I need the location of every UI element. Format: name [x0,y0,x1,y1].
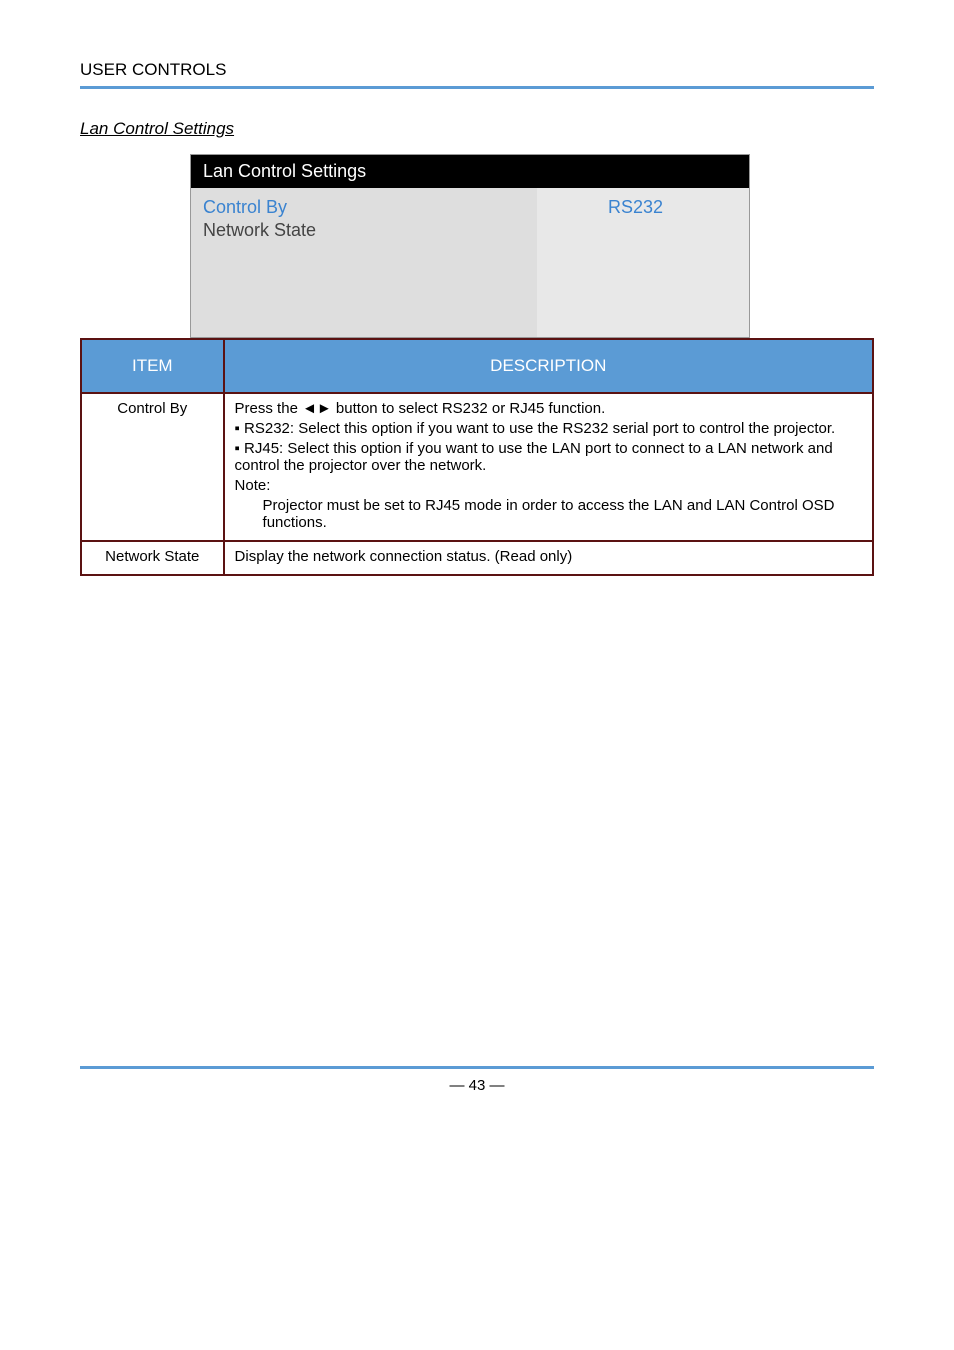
header-category: USER CONTROLS [80,60,874,80]
footer-divider [80,1066,874,1069]
table-cell-description: Display the network connection status. (… [224,541,873,575]
desc-line-indent: Projector must be set to RJ45 mode in or… [235,497,862,531]
osd-label-control-by: Control By [203,197,534,218]
page-header: USER CONTROLS [80,60,874,89]
osd-value-control-by: RS232 [534,197,737,218]
table-row: Network State Display the network connec… [81,541,873,575]
page-number: — 43 — [80,1077,874,1094]
osd-title-bar: Lan Control Settings [191,155,749,188]
table-header-row: ITEM DESCRIPTION [81,339,873,393]
desc-line: ▪ RJ45: Select this option if you want t… [235,440,862,474]
table-header-item: ITEM [81,339,224,393]
osd-row-control-by[interactable]: Control By RS232 [203,196,737,219]
header-divider [80,86,874,89]
osd-panel: Lan Control Settings Control By RS232 Ne… [190,154,750,338]
osd-body: Control By RS232 Network State [191,188,749,337]
section-title: Lan Control Settings [80,119,874,139]
table-row: Control By Press the ◄► button to select… [81,393,873,541]
desc-line: Press the ◄► button to select RS232 or R… [235,400,862,417]
page-footer: — 43 — [80,1066,874,1094]
desc-line: Display the network connection status. (… [235,548,862,565]
osd-label-network-state: Network State [203,220,534,241]
table-cell-description: Press the ◄► button to select RS232 or R… [224,393,873,541]
table-header-description: DESCRIPTION [224,339,873,393]
table-cell-item: Control By [81,393,224,541]
table-cell-item: Network State [81,541,224,575]
desc-line: Note: [235,477,862,494]
desc-line: ▪ RS232: Select this option if you want … [235,420,862,437]
settings-table: ITEM DESCRIPTION Control By Press the ◄►… [80,338,874,576]
osd-row-network-state[interactable]: Network State [203,219,737,242]
